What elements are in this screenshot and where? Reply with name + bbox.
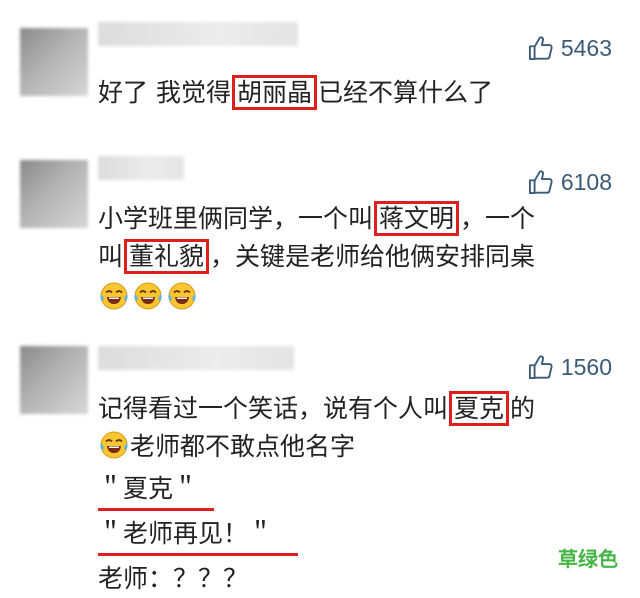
watermark: 草绿色 [558, 547, 618, 571]
text-line: ＂夏克＂ [98, 470, 535, 511]
thumbs-up-icon [527, 168, 555, 196]
highlight-box: 夏克 [449, 391, 510, 426]
comment-3: 1560 记得看过一个笑话，说有个人叫 夏克的 老师都不敢点他名字 ＂夏克＂ ＂老… [0, 328, 640, 593]
comment-2: 6108 小学班里俩同学，一个叫 蒋文明 ，一个 叫董礼貌 ，关键是老师给他俩安排同桌 [0, 140, 640, 328]
username[interactable] [98, 156, 184, 180]
text-segment: 老师都不敢点他名字 [130, 432, 356, 461]
comment-text: 好了 我觉得 胡丽晶 已经不算什么了 [98, 74, 493, 112]
avatar[interactable] [20, 160, 88, 228]
thumbs-up-icon [527, 34, 555, 62]
comment-1: 5463 好了 我觉得 胡丽晶 已经不算什么了 [0, 0, 640, 140]
thumbs-up-icon [527, 353, 555, 381]
highlight-box: 蒋文明 [374, 201, 460, 236]
text-line: 老师都不敢点他名字 [98, 428, 535, 466]
like-count: 5463 [560, 34, 612, 61]
avatar[interactable] [20, 346, 88, 414]
highlight-box: 胡丽晶 [231, 75, 317, 110]
text-segment: 记得看过一个笑话，说有个人叫 [98, 394, 449, 423]
text-segment: 已经不算什么了 [317, 78, 493, 107]
username[interactable] [98, 22, 298, 46]
text-segment: ，一个 [460, 204, 536, 233]
text-segment: ，关键是老师给他俩安排同桌 [210, 242, 536, 271]
text-segment: 好了 我觉得 [98, 78, 231, 107]
like-count: 1560 [560, 353, 612, 380]
avatar[interactable] [20, 28, 88, 96]
text-segment: 老师：？？？ [98, 564, 249, 593]
like-button[interactable]: 1560 [527, 352, 612, 382]
tears-of-joy-emoji [100, 282, 128, 310]
username[interactable] [98, 346, 294, 370]
text-line: 老师：？？？ [98, 560, 535, 598]
underlined-text: ＂老师再见！＂ [98, 515, 298, 556]
text-line: 小学班里俩同学，一个叫 蒋文明 ，一个 [98, 200, 535, 238]
comment-text: 记得看过一个笑话，说有个人叫 夏克的 老师都不敢点他名字 ＂夏克＂ ＂老师再见！＂… [98, 390, 535, 598]
text-line: 叫董礼貌 ，关键是老师给他俩安排同桌 [98, 238, 535, 276]
like-count: 6108 [560, 168, 612, 195]
comment-text: 小学班里俩同学，一个叫 蒋文明 ，一个 叫董礼貌 ，关键是老师给他俩安排同桌 [98, 200, 535, 276]
text-segment: 小学班里俩同学，一个叫 [98, 204, 374, 233]
text-segment: 的 [510, 394, 536, 423]
text-segment: 叫 [98, 242, 124, 271]
tears-of-joy-emoji [100, 431, 128, 459]
tears-of-joy-emoji [168, 282, 196, 310]
like-button[interactable]: 5463 [527, 33, 612, 63]
text-line: ＂老师再见！＂ [98, 515, 535, 556]
underlined-text: ＂夏克＂ [98, 470, 214, 511]
tears-of-joy-emoji [134, 282, 162, 310]
emoji-row [98, 280, 198, 312]
highlight-box: 董礼貌 [124, 239, 210, 274]
text-line: 记得看过一个笑话，说有个人叫 夏克的 [98, 390, 535, 428]
like-button[interactable]: 6108 [527, 167, 612, 197]
